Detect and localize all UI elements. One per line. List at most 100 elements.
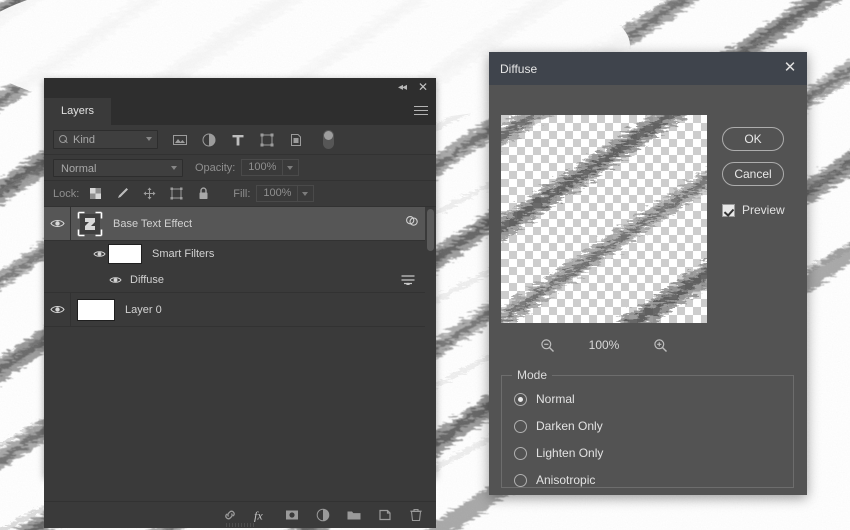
table-row[interactable]: Layer 0	[44, 293, 436, 327]
layers-scrollbar[interactable]	[425, 207, 436, 418]
radio-button-icon[interactable]	[514, 446, 527, 460]
filter-kind-label: Kind	[73, 133, 96, 146]
dialog-titlebar: Diffuse ✕	[489, 52, 807, 85]
search-icon	[59, 134, 69, 145]
new-group-icon[interactable]	[346, 507, 362, 523]
ok-button[interactable]: OK	[722, 127, 784, 151]
radio-lighten-only[interactable]: Lighten Only	[514, 446, 603, 460]
opacity-stepper-icon[interactable]	[283, 159, 300, 176]
delete-layer-icon[interactable]	[408, 507, 424, 523]
chevron-down-icon	[146, 137, 152, 141]
blend-mode-select[interactable]: Normal	[53, 158, 183, 177]
layers-list: Base Text Effect ^	[44, 207, 436, 418]
filter-name: Diffuse	[130, 273, 165, 286]
lock-row: Lock: Fill: 100%	[44, 181, 436, 207]
hamburger-menu-icon[interactable]	[414, 106, 428, 117]
lock-image-icon[interactable]	[115, 186, 130, 201]
filter-preview[interactable]	[501, 115, 707, 323]
type-layer-icon[interactable]	[230, 132, 246, 148]
checkbox-checked-icon[interactable]	[722, 203, 735, 217]
opacity-label: Opacity:	[195, 161, 236, 174]
double-chevron-left-icon[interactable]: ◂◂	[395, 82, 409, 94]
radio-anisotropic-label: Anisotropic	[536, 473, 596, 487]
panel-titlebar: ◂◂ ✕	[44, 78, 436, 98]
layers-empty-space	[44, 418, 436, 501]
add-mask-icon[interactable]	[284, 507, 300, 523]
lock-label: Lock:	[53, 187, 80, 200]
lock-artboard-icon[interactable]	[169, 186, 184, 201]
lock-transparency-icon[interactable]	[88, 186, 103, 201]
mode-group-legend: Mode	[512, 368, 553, 382]
layers-panel: ◂◂ ✕ Layers Kind Normal Opacity: 100% Lo…	[44, 78, 436, 528]
blend-mode-row: Normal Opacity: 100%	[44, 155, 436, 181]
adjustment-layer-icon[interactable]	[201, 132, 217, 148]
scrollbar-thumb[interactable]	[427, 209, 434, 251]
lock-all-icon[interactable]	[196, 186, 211, 201]
zoom-level: 100%	[588, 338, 620, 352]
preview-zoom-controls: 100%	[501, 335, 707, 355]
layer-filter-row: Kind	[44, 125, 436, 155]
smart-object-thumbnail[interactable]	[77, 211, 103, 237]
layer-visibility-toggle[interactable]	[44, 293, 70, 327]
new-layer-icon[interactable]	[377, 507, 393, 523]
panel-tab-row: Layers	[44, 98, 436, 125]
fill-stepper-icon[interactable]	[298, 185, 315, 202]
zoom-out-icon[interactable]	[540, 338, 555, 353]
table-row[interactable]: Base Text Effect ^	[44, 207, 436, 241]
layer-name: Base Text Effect	[113, 217, 193, 230]
opacity-value[interactable]: 100%	[241, 159, 284, 176]
ok-button-label: OK	[744, 132, 762, 146]
layer-thumbnail[interactable]	[77, 298, 115, 321]
smart-filters-mask-thumbnail[interactable]	[108, 244, 142, 264]
radio-anisotropic[interactable]: Anisotropic	[514, 473, 595, 487]
cancel-button[interactable]: Cancel	[722, 162, 784, 186]
preview-artwork	[501, 115, 707, 323]
filter-row-diffuse[interactable]: Diffuse	[44, 267, 436, 293]
radio-darken-only[interactable]: Darken Only	[514, 419, 603, 433]
smart-object-icon[interactable]	[288, 132, 304, 148]
preview-checkbox-label: Preview	[742, 203, 785, 217]
link-layers-icon[interactable]	[222, 507, 238, 523]
radio-button-icon[interactable]	[514, 392, 527, 406]
smart-filters-row[interactable]: Smart Filters	[44, 241, 436, 267]
preview-checkbox[interactable]: Preview	[722, 203, 785, 217]
new-adjustment-layer-icon[interactable]	[315, 507, 331, 523]
divider	[70, 207, 71, 240]
smart-filters-visibility-toggle[interactable]	[90, 241, 108, 267]
dialog-body: 100% OK Cancel Preview Mode Normal Darke…	[489, 85, 807, 495]
pixel-layer-icon[interactable]	[172, 132, 188, 148]
zoom-in-icon[interactable]	[653, 338, 668, 353]
layer-visibility-toggle[interactable]	[44, 207, 70, 241]
radio-button-icon[interactable]	[514, 419, 527, 433]
shape-layer-icon[interactable]	[259, 132, 275, 148]
cancel-button-label: Cancel	[734, 167, 772, 181]
chevron-down-icon	[171, 165, 177, 170]
diffuse-dialog: Diffuse ✕ 100% OK Cancel Preview Mode No…	[489, 52, 807, 495]
radio-normal-label: Normal	[536, 392, 575, 406]
dialog-title: Diffuse	[500, 61, 538, 76]
fill-value[interactable]: 100%	[256, 185, 299, 202]
radio-normal[interactable]: Normal	[514, 392, 575, 406]
tab-layers-label: Layers	[61, 105, 95, 117]
radio-button-icon[interactable]	[514, 473, 527, 487]
filter-enable-toggle[interactable]	[323, 130, 334, 149]
filter-visibility-toggle[interactable]	[106, 267, 124, 293]
fill-label: Fill:	[233, 187, 251, 200]
filter-kind-select[interactable]: Kind	[53, 130, 158, 149]
filter-blending-options-icon[interactable]	[400, 272, 416, 293]
app-screenshot: ◂◂ ✕ Layers Kind Normal Opacity: 100% Lo…	[0, 0, 850, 530]
svg-text:fx: fx	[254, 509, 263, 523]
smart-filter-indicator-icon[interactable]	[404, 213, 420, 234]
tab-layers[interactable]: Layers	[44, 98, 112, 125]
layers-bottom-toolbar: fx	[44, 501, 436, 528]
close-icon[interactable]: ✕	[782, 60, 798, 76]
radio-lighten-only-label: Lighten Only	[536, 446, 604, 460]
close-icon[interactable]: ✕	[416, 80, 430, 94]
blend-mode-value: Normal	[61, 162, 97, 175]
lock-position-icon[interactable]	[142, 186, 157, 201]
layer-name: Layer 0	[125, 303, 162, 316]
panel-resize-grip[interactable]	[226, 523, 254, 527]
smart-filters-label: Smart Filters	[152, 248, 215, 260]
radio-darken-only-label: Darken Only	[536, 419, 603, 433]
layer-style-fx-icon[interactable]: fx	[253, 507, 269, 523]
